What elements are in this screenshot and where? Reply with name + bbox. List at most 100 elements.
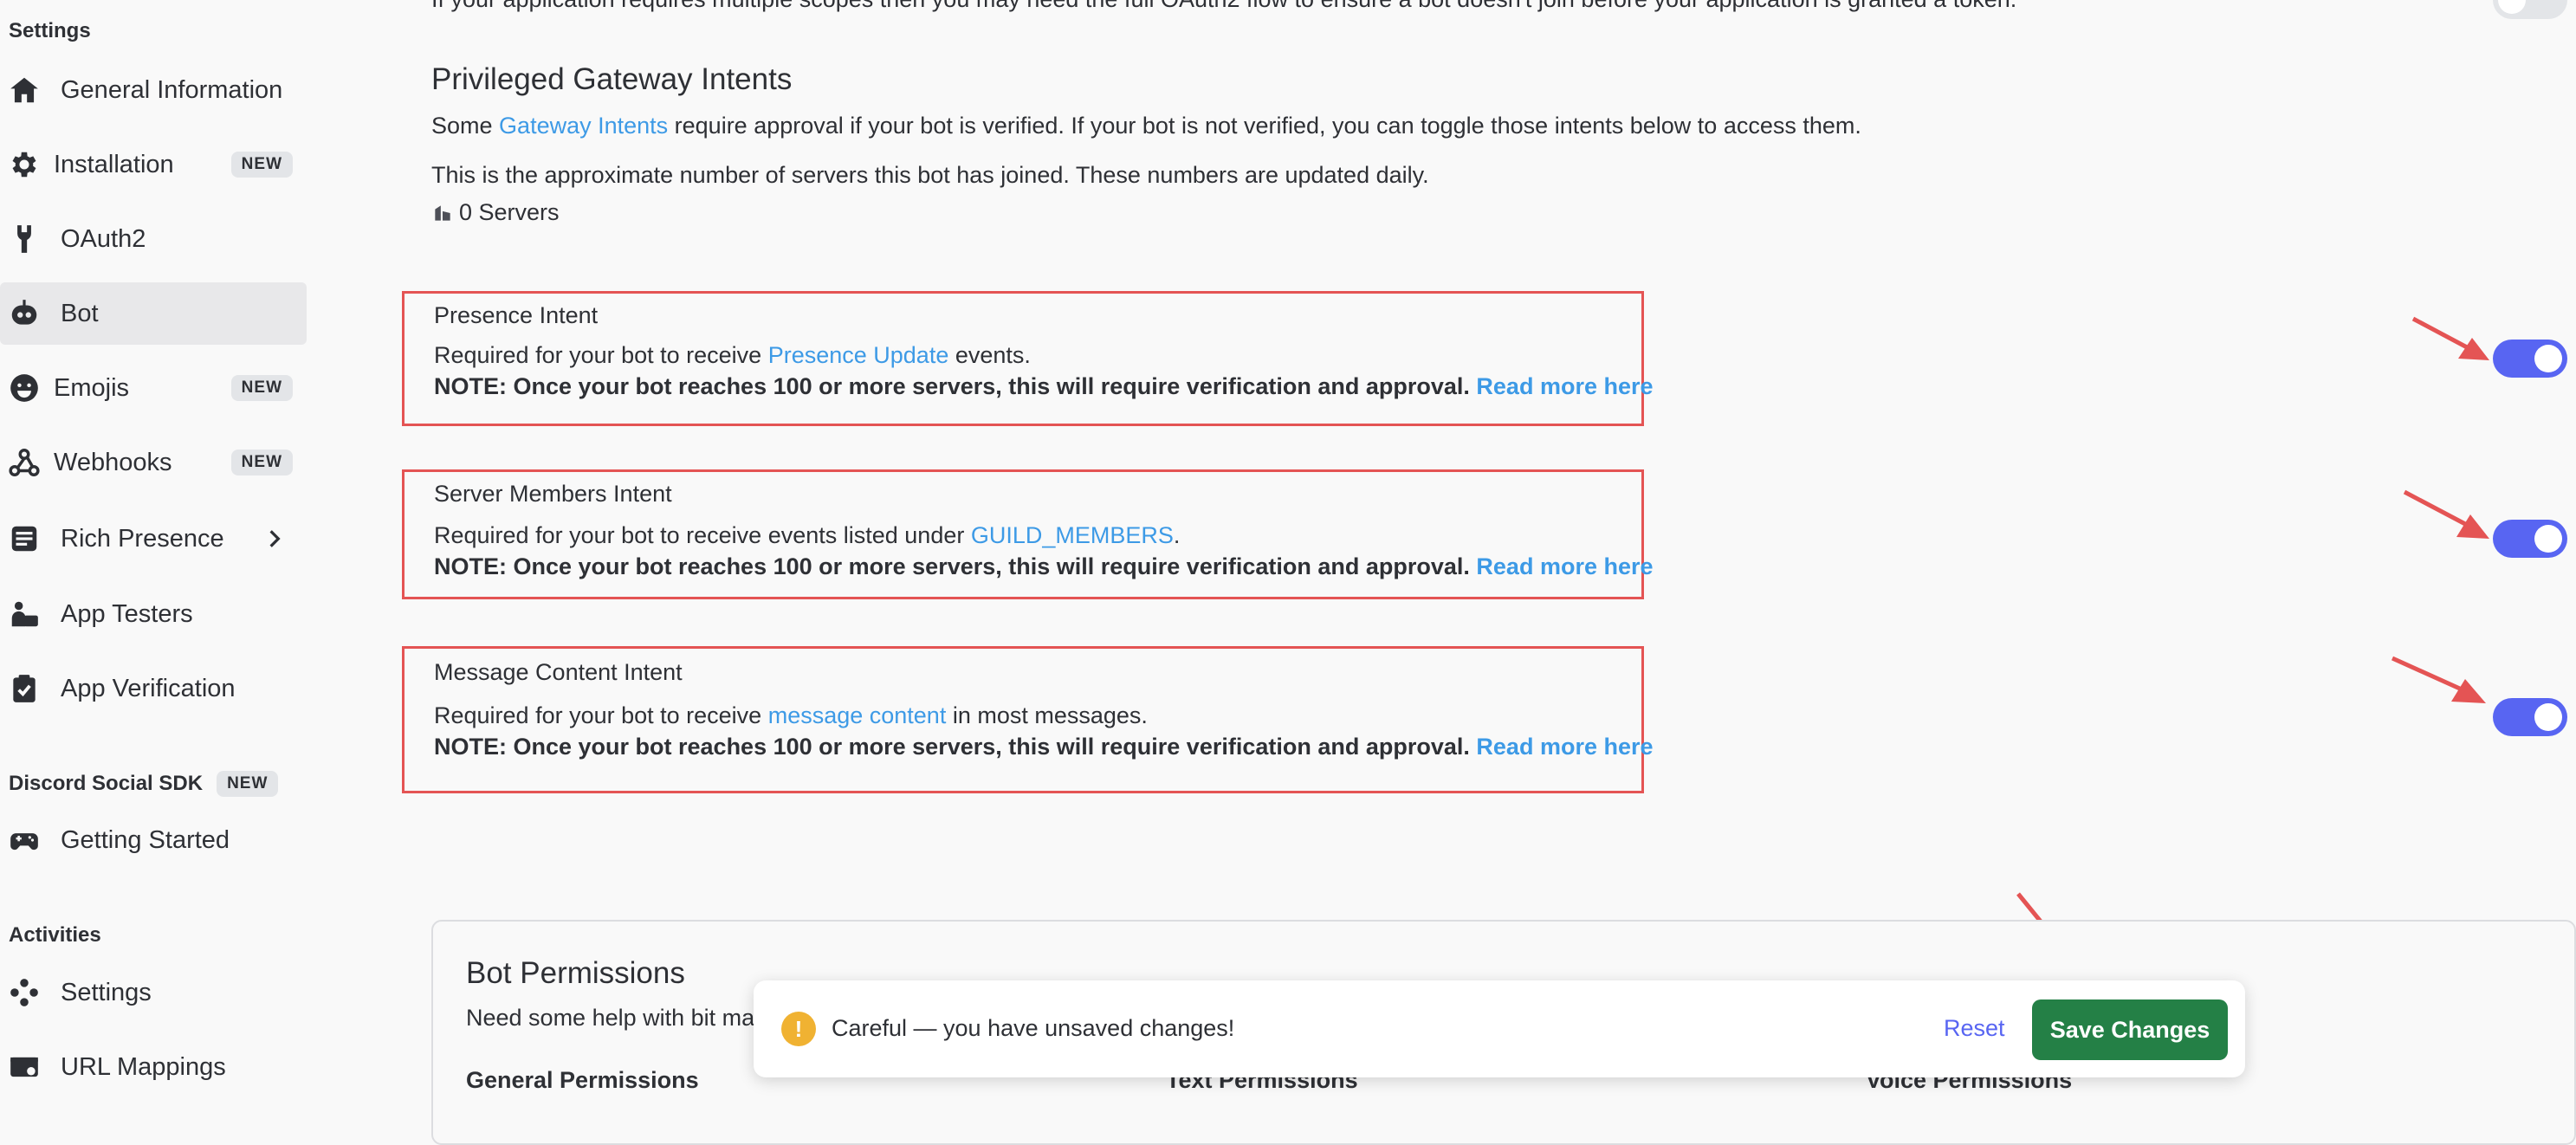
bot-permissions-title: Bot Permissions bbox=[466, 956, 685, 990]
presence-intent-box: Presence Intent Required for your bot to… bbox=[402, 291, 1654, 426]
note-text: NOTE: Once your bot reaches 100 or more … bbox=[434, 373, 1470, 399]
intent-description: Required for your bot to receive message… bbox=[434, 702, 1148, 729]
servers-note: This is the approximate number of server… bbox=[431, 162, 1429, 188]
sidebar-item-rich-presence[interactable]: Rich Presence bbox=[0, 508, 307, 570]
activities-header: Activities bbox=[9, 923, 101, 947]
message-content-link[interactable]: message content bbox=[768, 702, 947, 728]
message-content-intent-toggle[interactable] bbox=[2493, 698, 2567, 736]
intent-description: Required for your bot to receive Presenc… bbox=[434, 342, 1031, 369]
sidebar-item-getting-started[interactable]: Getting Started bbox=[0, 809, 307, 871]
sidebar-item-label: Getting Started bbox=[61, 825, 230, 854]
toggle-knob bbox=[2498, 0, 2526, 14]
sidebar-item-general-information[interactable]: General Information bbox=[0, 59, 307, 121]
sidebar-item-app-testers[interactable]: App Testers bbox=[0, 583, 307, 645]
intent-desc-text: Required for your bot to receive bbox=[434, 702, 768, 728]
toggle-knob bbox=[2534, 345, 2562, 372]
sidebar-item-bot[interactable]: Bot bbox=[0, 282, 307, 345]
intents-intro: Some Gateway Intents require approval if… bbox=[431, 113, 1861, 139]
sidebar-item-label: General Information bbox=[61, 75, 283, 104]
toggle-knob bbox=[2534, 525, 2562, 553]
clipboard-check-icon bbox=[7, 671, 42, 706]
annotation-arrow-icon bbox=[2391, 656, 2486, 703]
unsaved-changes-message: Careful — you have unsaved changes! bbox=[832, 1015, 1235, 1041]
annotation-arrow-icon bbox=[2403, 489, 2489, 539]
presence-update-link[interactable]: Presence Update bbox=[768, 342, 949, 368]
sidebar-item-activities-settings[interactable]: Settings bbox=[0, 961, 307, 1024]
intent-title: Server Members Intent bbox=[434, 481, 672, 507]
app-testers-icon bbox=[7, 597, 42, 631]
sidebar-item-label: App Verification bbox=[61, 674, 236, 702]
server-count: 0 Servers bbox=[431, 199, 560, 226]
rich-presence-icon bbox=[7, 521, 42, 556]
emoji-icon bbox=[7, 371, 42, 405]
wrench-icon bbox=[7, 222, 42, 256]
webhook-icon bbox=[7, 445, 42, 480]
general-permissions-header: General Permissions bbox=[466, 1067, 699, 1093]
unsaved-changes-bar: ! Careful — you have unsaved changes! Re… bbox=[754, 980, 2245, 1077]
sidebar-item-label: OAuth2 bbox=[61, 224, 146, 253]
intent-desc-text: . bbox=[1173, 522, 1181, 548]
sidebar-item-label: Emojis bbox=[54, 373, 130, 402]
sdk-header: Discord Social SDK NEW bbox=[9, 771, 279, 797]
server-icon bbox=[435, 204, 450, 221]
sidebar-item-oauth2[interactable]: OAuth2 bbox=[0, 208, 307, 270]
sdk-header-label: Discord Social SDK bbox=[9, 772, 204, 795]
note-text: NOTE: Once your bot reaches 100 or more … bbox=[434, 734, 1470, 760]
intent-desc-text: in most messages. bbox=[946, 702, 1148, 728]
sidebar-item-app-verification[interactable]: App Verification bbox=[0, 657, 307, 720]
reset-button[interactable]: Reset bbox=[1944, 1015, 2005, 1042]
server-members-intent-toggle[interactable] bbox=[2493, 520, 2567, 558]
activities-settings-icon bbox=[7, 975, 42, 1010]
intent-note: NOTE: Once your bot reaches 100 or more … bbox=[434, 734, 1654, 760]
message-content-intent-box: Message Content Intent Required for your… bbox=[402, 646, 1654, 793]
sidebar-item-label: Webhooks bbox=[54, 448, 172, 476]
save-changes-button[interactable]: Save Changes bbox=[2032, 999, 2228, 1060]
requires-oauth2-toggle[interactable] bbox=[2493, 0, 2567, 19]
sidebar-item-label: Installation bbox=[54, 150, 174, 178]
sidebar-item-label: URL Mappings bbox=[61, 1052, 226, 1081]
note-text: NOTE: Once your bot reaches 100 or more … bbox=[434, 553, 1470, 579]
url-mappings-icon bbox=[7, 1050, 42, 1084]
sidebar-item-url-mappings[interactable]: URL Mappings bbox=[0, 1036, 307, 1098]
intro-text: Some bbox=[431, 113, 500, 139]
annotation-arrow-icon bbox=[2411, 316, 2489, 360]
intent-desc-text: Required for your bot to receive bbox=[434, 342, 768, 368]
chevron-right-icon bbox=[269, 530, 281, 547]
warning-icon: ! bbox=[781, 1012, 816, 1046]
new-badge: NEW bbox=[230, 375, 293, 401]
sidebar-item-webhooks[interactable]: Webhooks NEW bbox=[0, 431, 307, 494]
home-icon bbox=[7, 73, 42, 107]
sidebar-item-label: Bot bbox=[61, 299, 99, 327]
toggle-knob bbox=[2534, 703, 2562, 731]
server-count-text: 0 Servers bbox=[459, 199, 560, 225]
bot-permissions-subtitle: Need some help with bit ma bbox=[466, 1005, 755, 1031]
server-members-intent-box: Server Members Intent Required for your … bbox=[402, 469, 1654, 599]
sidebar-item-emojis[interactable]: Emojis NEW bbox=[0, 357, 307, 419]
intent-title: Message Content Intent bbox=[434, 659, 683, 685]
intent-note: NOTE: Once your bot reaches 100 or more … bbox=[434, 373, 1654, 400]
sidebar-item-label: App Testers bbox=[61, 599, 193, 628]
presence-intent-toggle[interactable] bbox=[2493, 340, 2567, 378]
gear-icon bbox=[7, 147, 42, 182]
intent-title: Presence Intent bbox=[434, 302, 599, 328]
read-more-link[interactable]: Read more here bbox=[1476, 553, 1653, 579]
intent-desc-text: events. bbox=[948, 342, 1031, 368]
intro-text: require approval if your bot is verified… bbox=[668, 113, 1861, 139]
intent-description: Required for your bot to receive events … bbox=[434, 522, 1180, 549]
read-more-link[interactable]: Read more here bbox=[1476, 373, 1653, 399]
sidebar-item-label: Rich Presence bbox=[61, 524, 224, 553]
new-badge: NEW bbox=[217, 771, 279, 797]
intent-desc-text: Required for your bot to receive events … bbox=[434, 522, 971, 548]
guild-members-link[interactable]: GUILD_MEMBERS bbox=[971, 522, 1174, 548]
settings-header: Settings bbox=[9, 19, 91, 42]
section-title: Privileged Gateway Intents bbox=[431, 62, 793, 96]
read-more-link[interactable]: Read more here bbox=[1476, 734, 1653, 760]
new-badge: NEW bbox=[230, 152, 293, 178]
intent-note: NOTE: Once your bot reaches 100 or more … bbox=[434, 553, 1654, 580]
sidebar-item-label: Settings bbox=[61, 978, 152, 1006]
sidebar-item-installation[interactable]: Installation NEW bbox=[0, 133, 307, 196]
gamepad-icon bbox=[7, 823, 42, 857]
new-badge: NEW bbox=[230, 450, 293, 475]
gateway-intents-link[interactable]: Gateway Intents bbox=[499, 113, 668, 139]
oauth2-scope-note: If your application requires multiple sc… bbox=[431, 0, 2016, 13]
